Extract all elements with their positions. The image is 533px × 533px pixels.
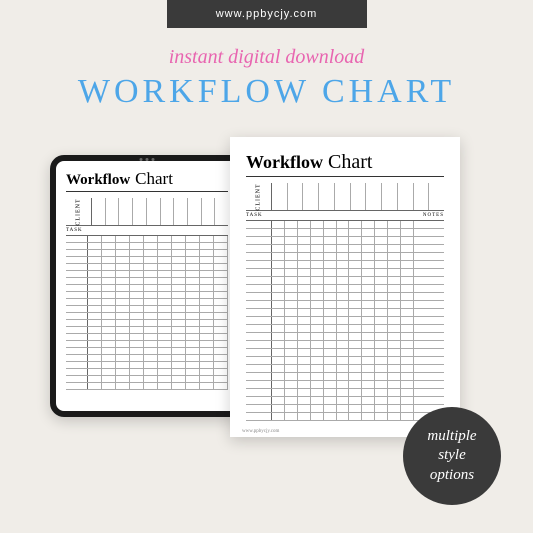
tablet-camera-dots bbox=[140, 158, 155, 161]
notes-label: NOTES bbox=[423, 213, 444, 218]
sheet-footer-url: www.ppbycjy.com bbox=[242, 429, 279, 434]
sheet-title-word2: Chart bbox=[328, 151, 372, 174]
client-label-cell: CLIENT bbox=[246, 183, 272, 210]
sheet-title-tablet: Workflow Chart bbox=[66, 169, 228, 192]
product-title: WORKFLOW CHART bbox=[0, 73, 533, 111]
task-header-row: TASK bbox=[66, 226, 228, 236]
paper-mockup: Workflow Chart CLIENT TASK NOTES bbox=[230, 137, 460, 437]
worksheet-grid-tablet bbox=[66, 236, 228, 390]
client-header-row: CLIENT bbox=[66, 198, 228, 226]
website-url-bar: www.ppbycjy.com bbox=[167, 0, 367, 28]
sheet-title-word1: Workflow bbox=[66, 172, 130, 189]
tagline-text: instant digital download bbox=[0, 46, 533, 69]
badge-line1: multiple bbox=[427, 428, 476, 444]
client-columns bbox=[92, 198, 228, 225]
badge-line3: options bbox=[430, 467, 474, 483]
website-url-text: www.ppbycjy.com bbox=[216, 8, 318, 20]
client-header-row: CLIENT bbox=[246, 183, 444, 211]
sheet-title-word1: Workflow bbox=[246, 152, 323, 173]
style-options-badge: multiple style options bbox=[403, 407, 501, 505]
task-label: TASK bbox=[66, 228, 92, 233]
task-header-row: TASK NOTES bbox=[246, 211, 444, 221]
worksheet-grid-paper bbox=[246, 221, 444, 421]
client-label-cell: CLIENT bbox=[66, 198, 92, 225]
client-columns bbox=[272, 183, 444, 210]
badge-line2: style bbox=[438, 447, 466, 463]
sheet-title-word2: Chart bbox=[135, 169, 173, 189]
tablet-mockup: Workflow Chart CLIENT TASK bbox=[50, 155, 244, 417]
task-label: TASK bbox=[246, 213, 272, 218]
sheet-title-paper: Workflow Chart bbox=[246, 151, 444, 177]
